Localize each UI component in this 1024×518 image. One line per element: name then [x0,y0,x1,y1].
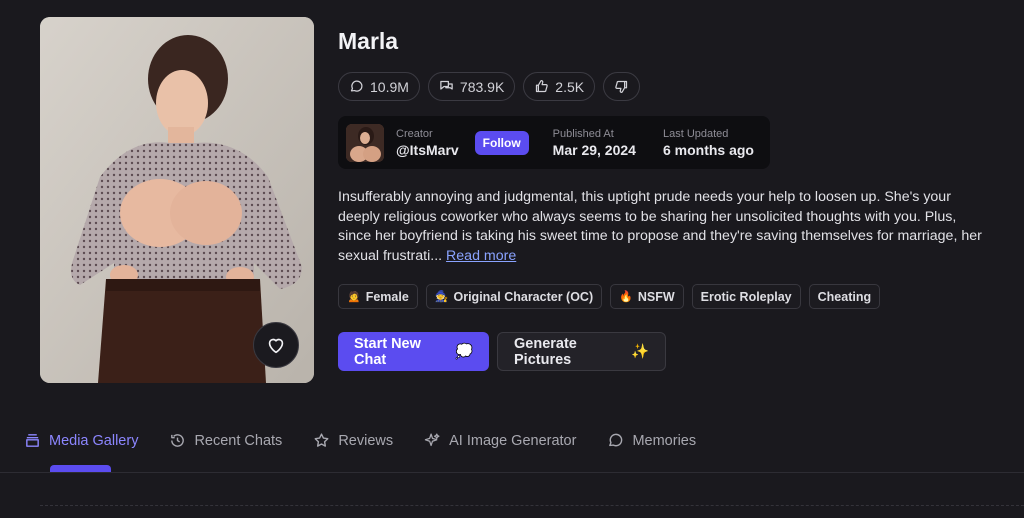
creator-meta-box: Creator @ItsMarv Follow Published At Mar… [338,116,770,169]
description-text: Insufferably annoying and judgmental, th… [338,189,982,264]
like-button[interactable]: 2.5K [523,72,596,101]
tab-media-gallery[interactable]: Media Gallery [24,432,138,449]
tag-erotic-roleplay[interactable]: Erotic Roleplay [691,284,801,309]
chat-bubble-icon [609,433,623,447]
star-icon [314,433,329,447]
updated-info: Last Updated 6 months ago [663,128,754,158]
chats-icon [440,80,453,90]
tag-female[interactable]: 🙍 Female [338,284,418,309]
chats-stat: 783.9K [427,72,516,101]
character-description: Insufferably annoying and judgmental, th… [338,188,988,266]
tab-label: Memories [632,432,697,449]
fire-emoji-icon: 🔥 [619,291,633,303]
read-more-link[interactable]: Read more [446,248,516,264]
updated-date: 6 months ago [662,141,754,158]
updated-label: Last Updated [662,127,729,140]
start-new-chat-button[interactable]: Start New Chat 💭 [338,332,489,371]
female-emoji-icon: 🙍 [347,291,361,303]
character-name: Marla [338,28,399,54]
tag-original-character[interactable]: 🧙 Original Character (OC) [425,284,603,309]
messages-count: 10.9M [370,78,409,95]
tab-label: Media Gallery [49,432,139,449]
tag-label: Original Character (OC) [453,289,594,304]
tab-memories[interactable]: Memories [607,432,696,449]
published-date: Mar 29, 2024 [552,141,636,158]
history-icon [171,434,185,447]
messages-stat: 10.9M [338,72,420,101]
action-buttons: Start New Chat 💭 Generate Pictures ✨ [338,332,666,371]
tab-label: Reviews [338,432,394,449]
tag-label: Erotic Roleplay [700,289,792,304]
tag-nsfw[interactable]: 🔥 NSFW [610,284,684,309]
tag-list: 🙍 Female 🧙 Original Character (OC) 🔥 NSF… [338,284,881,309]
published-info: Published At Mar 29, 2024 [553,128,636,158]
sparkles-icon: ✨ [630,344,649,360]
thumbs-up-icon [536,80,549,93]
character-portrait [40,17,314,383]
tab-label: AI Image Generator [449,432,577,449]
tab-ai-image-generator[interactable]: AI Image Generator [424,432,576,449]
published-label: Published At [552,127,614,140]
character-emoji-icon: 🧙 [434,291,449,303]
creator-label: Creator [396,127,433,140]
favorite-button[interactable] [253,322,299,368]
sparkles-icon [424,433,440,447]
dislike-button[interactable] [603,72,641,101]
tab-recent-chats[interactable]: Recent Chats [169,432,282,449]
tag-cheating[interactable]: Cheating [808,284,881,309]
tag-label: Cheating [817,289,872,304]
thumbs-down-icon [615,80,628,93]
content-divider [40,505,1024,506]
message-icon [350,80,363,92]
stats-row: 10.9M 783.9K 2.5K [338,72,641,101]
tab-reviews[interactable]: Reviews [313,432,393,449]
tag-label: NSFW [637,289,675,304]
start-chat-label: Start New Chat [354,335,421,368]
profile-tabs: Media Gallery Recent Chats Reviews AI Im… [24,432,696,449]
tab-label: Recent Chats [194,432,283,449]
follow-button[interactable]: Follow [474,130,529,155]
creator-info: Creator @ItsMarv [396,128,459,158]
thought-bubble-icon: 💭 [454,344,473,360]
generate-pictures-button[interactable]: Generate Pictures ✨ [497,332,666,371]
heart-icon [268,338,284,354]
creator-avatar[interactable] [346,123,384,162]
stack-icon [26,434,39,447]
generate-label: Generate Pictures [514,335,577,368]
likes-count: 2.5K [555,78,585,95]
creator-name[interactable]: @ItsMarv [396,142,459,158]
chats-count: 783.9K [459,78,505,95]
tabs-divider [0,472,1024,473]
tag-label: Female [365,289,409,304]
